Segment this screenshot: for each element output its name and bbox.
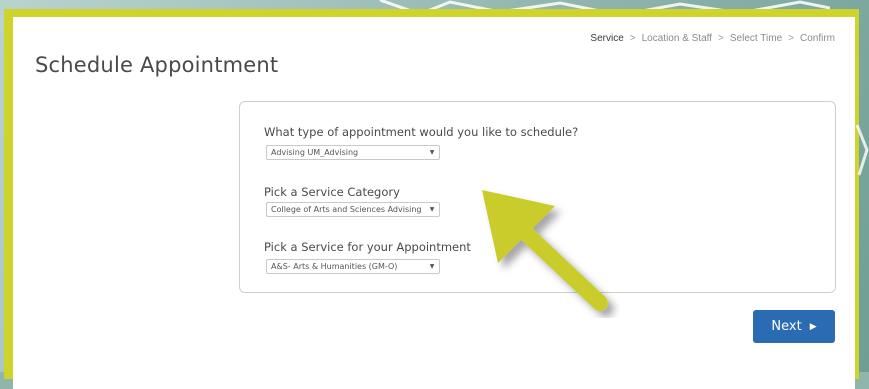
breadcrumb-step-select-time[interactable]: Select Time bbox=[730, 33, 782, 44]
callout-arrow-icon bbox=[482, 190, 608, 311]
next-button[interactable]: Next ▶ bbox=[753, 310, 835, 343]
caret-right-icon: ▶ bbox=[809, 321, 817, 332]
service-category-value: College of Arts and Sciences Advising bbox=[271, 205, 422, 214]
brush-stroke-decoration-right bbox=[855, 124, 869, 176]
dropdown-caret-icon: ▼ bbox=[429, 206, 435, 213]
appointment-type-select[interactable]: Advising UM_Advising ▼ bbox=[266, 145, 440, 160]
page-title: Schedule Appointment bbox=[35, 53, 279, 77]
service-category-label: Pick a Service Category bbox=[264, 185, 400, 199]
scheduling-panel: Service > Location & Staff > Select Time… bbox=[13, 17, 855, 389]
service-value: A&S- Arts & Humanities (GM-O) bbox=[271, 262, 398, 271]
dropdown-caret-icon: ▼ bbox=[429, 263, 435, 270]
breadcrumb: Service > Location & Staff > Select Time… bbox=[590, 33, 835, 44]
breadcrumb-step-service[interactable]: Service bbox=[590, 33, 623, 44]
service-label: Pick a Service for your Appointment bbox=[264, 240, 471, 254]
breadcrumb-separator: > bbox=[629, 33, 636, 44]
appointment-type-label: What type of appointment would you like … bbox=[264, 125, 579, 139]
next-button-label: Next bbox=[771, 319, 802, 334]
breadcrumb-separator: > bbox=[718, 33, 724, 44]
appointment-type-value: Advising UM_Advising bbox=[271, 148, 359, 157]
breadcrumb-step-location-staff[interactable]: Location & Staff bbox=[642, 33, 712, 44]
breadcrumb-separator: > bbox=[788, 33, 794, 44]
breadcrumb-step-confirm[interactable]: Confirm bbox=[800, 33, 835, 44]
service-select[interactable]: A&S- Arts & Humanities (GM-O) ▼ bbox=[266, 259, 440, 274]
service-category-select[interactable]: College of Arts and Sciences Advising ▼ bbox=[266, 202, 440, 217]
dropdown-caret-icon: ▼ bbox=[429, 149, 435, 156]
